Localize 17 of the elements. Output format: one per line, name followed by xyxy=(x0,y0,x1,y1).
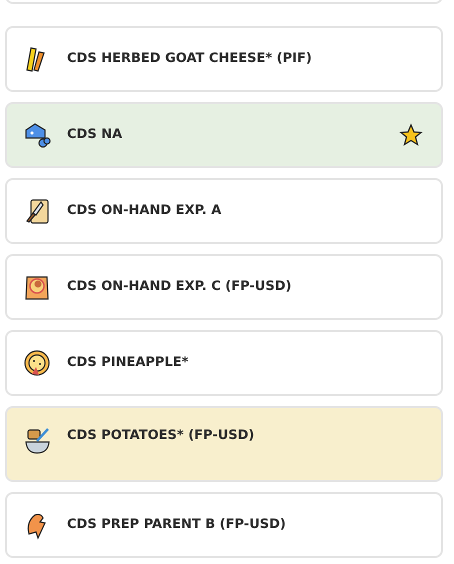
pie-icon xyxy=(23,348,51,378)
item-name: CDS ON-HAND EXP. A xyxy=(67,202,222,220)
item-name: CDS PREP PARENT B (FP-USD) xyxy=(67,516,287,534)
list-item[interactable]: CDS HERBED GOAT CHEESE* (PIF) xyxy=(5,26,443,92)
item-name: CDS HERBED GOAT CHEESE* (PIF) xyxy=(67,50,313,68)
list-item[interactable]: CDS ON-HAND EXP. A xyxy=(5,178,443,244)
item-name: CDS NA xyxy=(67,126,124,144)
item-name: CDS ON-HAND EXP. C (FP-USD) xyxy=(67,278,292,296)
list-item[interactable]: CDS PREP PARENT B (FP-USD) xyxy=(5,492,443,558)
list-item[interactable]: CDS PINEAPPLE* xyxy=(5,330,443,396)
item-name: CDS PINEAPPLE* xyxy=(67,354,190,372)
list-item[interactable]: CDS POTATOES* (FP-USD) xyxy=(5,406,443,482)
item-name: CDS POTATOES* (FP-USD) xyxy=(67,427,256,445)
list-item[interactable]: CDS NA xyxy=(5,102,443,168)
star-icon[interactable] xyxy=(399,123,423,147)
bowl-icon xyxy=(23,426,51,456)
list-item[interactable]: CDS ON-HAND EXP. C (FP-USD) xyxy=(5,254,443,320)
